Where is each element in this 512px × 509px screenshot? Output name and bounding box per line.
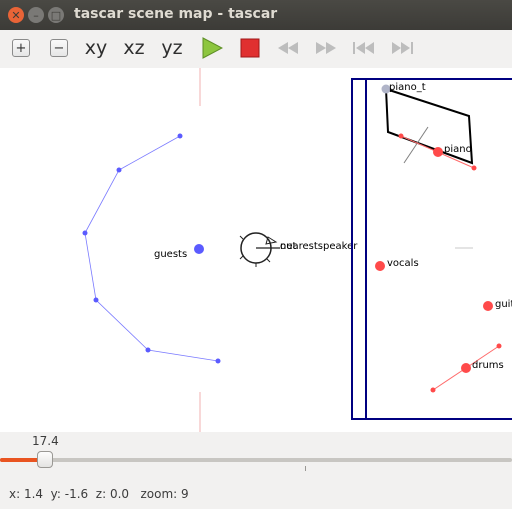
speaker-point[interactable] <box>145 347 151 353</box>
maximize-icon: □ <box>50 8 62 22</box>
status-bar: x: 1.4 y: -1.6 z: 0.0 zoom: 9 <box>9 487 189 501</box>
forward-button[interactable] <box>314 34 338 62</box>
skip-start-icon <box>353 42 374 54</box>
guests-source[interactable] <box>194 244 204 254</box>
close-window-button[interactable]: ✕ <box>8 7 24 23</box>
forward-icon <box>316 42 336 54</box>
receiver-label-nearestspeaker: nearestspeaker <box>280 241 358 252</box>
timeline-tick-mark <box>305 466 306 471</box>
minimize-icon: – <box>33 8 39 22</box>
zoom-out-button[interactable]: − <box>48 34 70 62</box>
play-button[interactable] <box>200 34 224 62</box>
minimize-window-button[interactable]: – <box>28 7 44 23</box>
timeline-value: 17.4 <box>32 434 59 448</box>
vocals-label: vocals <box>387 258 419 269</box>
zoom-in-icon: + <box>12 39 30 57</box>
speaker-point[interactable] <box>116 167 122 173</box>
title-bar: ✕ – □ tascar scene map - tascar <box>0 0 512 30</box>
drums-endpoint[interactable] <box>496 343 502 349</box>
view-xy-button[interactable]: xy <box>81 34 111 62</box>
receiver-icon[interactable] <box>239 232 280 267</box>
rewind-icon <box>278 42 298 54</box>
maximize-window-button[interactable]: □ <box>48 7 64 23</box>
view-xz-button[interactable]: xz <box>119 34 149 62</box>
drums-endpoint[interactable] <box>430 387 436 393</box>
piano-t-label: piano_t <box>389 82 426 93</box>
piano-endpoint[interactable] <box>471 165 477 171</box>
scene-map-canvas[interactable]: guests out nearestspeaker piano_t piano … <box>0 68 512 432</box>
stop-button[interactable] <box>238 34 262 62</box>
skip-end-button[interactable] <box>390 34 414 62</box>
toolbar: + − xy xz yz <box>0 30 512 66</box>
guitar-label: guit <box>495 299 512 310</box>
skip-start-button[interactable] <box>352 34 376 62</box>
close-icon: ✕ <box>11 8 21 22</box>
stop-icon <box>240 38 260 58</box>
vocals-source[interactable] <box>375 261 385 271</box>
tascar-window: ✕ – □ tascar scene map - tascar + − xy x… <box>0 0 512 509</box>
drums-source[interactable] <box>461 363 471 373</box>
piano-label: piano <box>444 144 472 155</box>
skip-end-icon <box>392 42 413 54</box>
guitar-source[interactable] <box>483 301 493 311</box>
speaker-point[interactable] <box>177 133 183 139</box>
speaker-point[interactable] <box>82 230 88 236</box>
timeline-slider-track[interactable] <box>0 458 512 462</box>
piano-source[interactable] <box>433 147 443 157</box>
timeline-slider-handle[interactable] <box>37 451 53 468</box>
guests-label: guests <box>154 249 187 260</box>
play-icon <box>202 37 223 59</box>
view-yz-button[interactable]: yz <box>157 34 187 62</box>
speaker-point[interactable] <box>93 297 99 303</box>
window-title: tascar scene map - tascar <box>74 6 278 22</box>
zoom-in-button[interactable]: + <box>10 34 32 62</box>
speaker-point[interactable] <box>215 358 221 364</box>
zoom-out-icon: − <box>50 39 68 57</box>
drums-label: drums <box>472 360 504 371</box>
piano-endpoint[interactable] <box>398 133 404 139</box>
rewind-button[interactable] <box>276 34 300 62</box>
